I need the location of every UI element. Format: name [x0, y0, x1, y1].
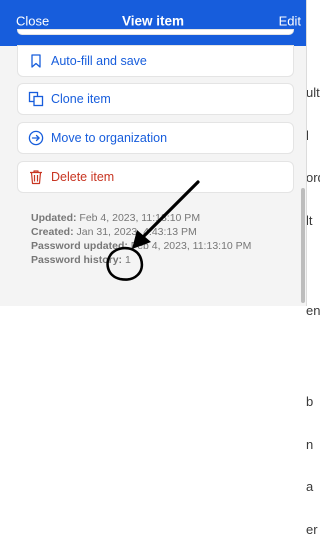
- view-item-popup: Close View item Edit Auto-fill and save …: [0, 0, 307, 306]
- delete-item-button[interactable]: Delete item: [18, 162, 293, 192]
- autofill-and-save-label: Auto-fill and save: [51, 54, 147, 68]
- autofill-and-save-button[interactable]: Auto-fill and save: [18, 46, 293, 76]
- move-to-organization-button[interactable]: Move to organization: [18, 123, 293, 153]
- bg-line: [306, 347, 320, 367]
- delete-item-label: Delete item: [51, 170, 115, 184]
- edit-button[interactable]: Edit: [279, 14, 301, 29]
- item-metadata: Updated: Feb 4, 2023, 11:13:10 PM Create…: [31, 211, 251, 267]
- trash-icon: [30, 170, 42, 185]
- copy-icon: [28, 91, 44, 107]
- bg-line: ord: [306, 170, 320, 186]
- bg-line: ult: [306, 85, 320, 100]
- password-history-value[interactable]: 1: [125, 254, 131, 266]
- password-updated-row: Password updated: Feb 4, 2023, 11:13:10 …: [31, 239, 251, 253]
- updated-value: Feb 4, 2023, 11:13:10 PM: [79, 212, 201, 224]
- bg-line: lt: [306, 212, 313, 228]
- bg-line: a: [306, 479, 314, 495]
- bg-line: l: [306, 127, 309, 143]
- arrow-circle-right-icon: [28, 130, 44, 146]
- password-history-label[interactable]: Password history:: [31, 254, 122, 266]
- bg-line: [306, 256, 320, 276]
- bg-line: en: [306, 303, 320, 319]
- scrollbar-thumb[interactable]: [301, 188, 305, 303]
- password-updated-value: Feb 4, 2023, 11:13:10 PM: [130, 240, 252, 252]
- bg-line: b: [306, 393, 314, 409]
- created-value: Jan 31, 2023, 4:43:13 PM: [76, 226, 197, 238]
- bg-line: n: [306, 436, 314, 452]
- move-to-organization-label: Move to organization: [51, 131, 168, 145]
- page-title: View item: [121, 13, 185, 29]
- background-page-text: ult l ord lt en b n a er: [306, 58, 320, 551]
- bookmark-icon: [31, 54, 41, 68]
- updated-label: Updated:: [31, 212, 77, 224]
- header-bar: Close View item Edit: [0, 0, 306, 46]
- created-label: Created:: [31, 226, 74, 238]
- clone-item-label: Clone item: [51, 92, 111, 106]
- bg-line: er: [306, 521, 318, 537]
- clone-item-button[interactable]: Clone item: [18, 84, 293, 114]
- password-updated-label: Password updated:: [31, 240, 128, 252]
- updated-row: Updated: Feb 4, 2023, 11:13:10 PM: [31, 211, 251, 225]
- previous-card-edge: [18, 30, 293, 34]
- password-history-row: Password history: 1: [31, 253, 251, 267]
- created-row: Created: Jan 31, 2023, 4:43:13 PM: [31, 225, 251, 239]
